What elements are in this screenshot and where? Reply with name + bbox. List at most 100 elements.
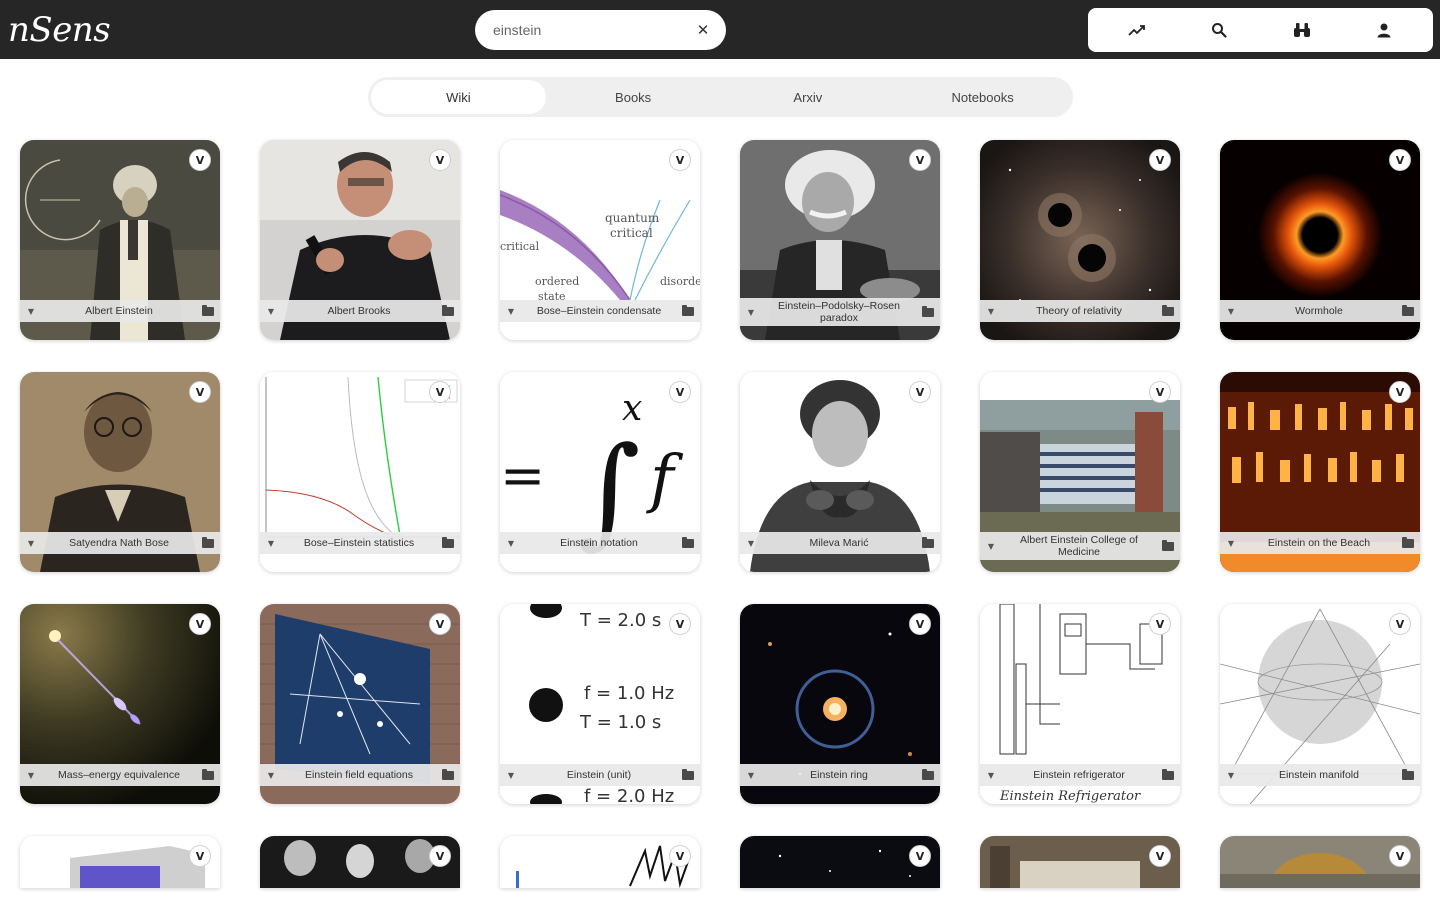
- chevron-down-icon[interactable]: ▼: [266, 307, 276, 316]
- search-icon[interactable]: [1199, 12, 1239, 48]
- chevron-down-icon[interactable]: ▼: [746, 539, 756, 548]
- vote-badge-icon[interactable]: V: [669, 845, 691, 867]
- folder-icon[interactable]: [922, 305, 934, 317]
- binoculars-icon[interactable]: [1282, 12, 1322, 48]
- card-caption: ▼ Einstein manifold: [1220, 764, 1420, 786]
- chevron-down-icon[interactable]: ▼: [986, 771, 996, 780]
- folder-icon[interactable]: [442, 536, 454, 548]
- folder-icon[interactable]: [682, 768, 694, 780]
- chevron-down-icon[interactable]: ▼: [506, 307, 516, 316]
- vote-badge-icon[interactable]: V: [669, 381, 691, 403]
- chevron-down-icon[interactable]: ▼: [1226, 771, 1236, 780]
- vote-badge-icon[interactable]: V: [669, 613, 691, 635]
- vote-badge-icon[interactable]: V: [1149, 381, 1171, 403]
- result-card[interactable]: V: [1220, 836, 1420, 888]
- result-card-mass-energy-equivalence[interactable]: V ▼ Mass–energy equivalence: [20, 604, 220, 804]
- vote-badge-icon[interactable]: V: [909, 845, 931, 867]
- result-card-satyendra-nath-bose[interactable]: V ▼ Satyendra Nath Bose: [20, 372, 220, 572]
- vote-badge-icon[interactable]: V: [189, 845, 211, 867]
- app-logo[interactable]: nSens: [8, 10, 111, 50]
- vote-badge-icon[interactable]: V: [669, 149, 691, 171]
- result-card-einstein-notation[interactable]: = ∫ x f V ▼ Einstein notation: [500, 372, 700, 572]
- folder-icon[interactable]: [442, 768, 454, 780]
- chevron-down-icon[interactable]: ▼: [1226, 307, 1236, 316]
- result-card[interactable]: V: [20, 836, 220, 888]
- result-card-bose-einstein-condensate[interactable]: quantum critical ordered state disorde c…: [500, 140, 700, 340]
- result-card-albert-einstein[interactable]: V ▼ Albert Einstein: [20, 140, 220, 340]
- folder-icon[interactable]: [1162, 768, 1174, 780]
- vote-badge-icon[interactable]: V: [1389, 613, 1411, 635]
- folder-icon[interactable]: [1162, 539, 1174, 551]
- folder-icon[interactable]: [922, 768, 934, 780]
- vote-badge-icon[interactable]: V: [429, 845, 451, 867]
- vote-badge-icon[interactable]: V: [1149, 845, 1171, 867]
- folder-icon[interactable]: [202, 536, 214, 548]
- result-card-albert-brooks[interactable]: V ▼ Albert Brooks: [260, 140, 460, 340]
- result-card-wormhole[interactable]: V ▼ Wormhole: [1220, 140, 1420, 340]
- folder-icon[interactable]: [1402, 304, 1414, 316]
- card-caption: ▼ Einstein (unit): [500, 764, 700, 786]
- chevron-down-icon[interactable]: ▼: [986, 307, 996, 316]
- tab-notebooks[interactable]: Notebooks: [895, 80, 1070, 114]
- vote-badge-icon[interactable]: V: [429, 381, 451, 403]
- result-card-theory-of-relativity[interactable]: V ▼ Theory of relativity: [980, 140, 1180, 340]
- vote-badge-icon[interactable]: V: [1389, 149, 1411, 171]
- trending-icon[interactable]: [1117, 12, 1157, 48]
- tab-wiki[interactable]: Wiki: [371, 80, 546, 114]
- tab-arxiv[interactable]: Arxiv: [721, 80, 896, 114]
- chevron-down-icon[interactable]: ▼: [26, 539, 36, 548]
- chevron-down-icon[interactable]: ▼: [746, 308, 756, 317]
- tab-books[interactable]: Books: [546, 80, 721, 114]
- card-title: Wormhole: [1295, 305, 1343, 317]
- user-icon[interactable]: [1364, 12, 1404, 48]
- chevron-down-icon[interactable]: ▼: [506, 771, 516, 780]
- vote-badge-icon[interactable]: V: [189, 613, 211, 635]
- card-caption: ▼ Satyendra Nath Bose: [20, 532, 220, 554]
- vote-badge-icon[interactable]: V: [1149, 149, 1171, 171]
- vote-badge-icon[interactable]: V: [1149, 613, 1171, 635]
- result-card-epr-paradox[interactable]: V ▼ Einstein–Podolsky–Rosen paradox: [740, 140, 940, 340]
- result-card-mileva-maric[interactable]: V ▼ Mileva Marić: [740, 372, 940, 572]
- chevron-down-icon[interactable]: ▼: [746, 771, 756, 780]
- result-card[interactable]: V: [980, 836, 1180, 888]
- result-card-einstein-on-the-beach[interactable]: V ▼ Einstein on the Beach: [1220, 372, 1420, 572]
- close-icon[interactable]: ✕: [692, 19, 714, 41]
- vote-badge-icon[interactable]: V: [1389, 381, 1411, 403]
- folder-icon[interactable]: [922, 536, 934, 548]
- folder-icon[interactable]: [202, 768, 214, 780]
- result-card-einstein-ring[interactable]: V ▼ Einstein ring: [740, 604, 940, 804]
- result-card[interactable]: V: [500, 836, 700, 888]
- vote-badge-icon[interactable]: V: [909, 149, 931, 171]
- result-card[interactable]: V: [260, 836, 460, 888]
- chevron-down-icon[interactable]: ▼: [506, 539, 516, 548]
- chevron-down-icon[interactable]: ▼: [1226, 539, 1236, 548]
- folder-icon[interactable]: [1162, 304, 1174, 316]
- folder-icon[interactable]: [1402, 768, 1414, 780]
- result-card-einstein-college-of-medicine[interactable]: V ▼ Albert Einstein College of Medicine: [980, 372, 1180, 572]
- chevron-down-icon[interactable]: ▼: [266, 539, 276, 548]
- vote-badge-icon[interactable]: V: [429, 149, 451, 171]
- chevron-down-icon[interactable]: ▼: [26, 771, 36, 780]
- chevron-down-icon[interactable]: ▼: [266, 771, 276, 780]
- vote-badge-icon[interactable]: V: [1389, 845, 1411, 867]
- folder-icon[interactable]: [442, 304, 454, 316]
- folder-icon[interactable]: [1402, 536, 1414, 548]
- card-caption: ▼ Theory of relativity: [980, 300, 1180, 322]
- vote-badge-icon[interactable]: V: [909, 613, 931, 635]
- vote-badge-icon[interactable]: V: [909, 381, 931, 403]
- chevron-down-icon[interactable]: ▼: [986, 542, 996, 551]
- chevron-down-icon[interactable]: ▼: [26, 307, 36, 316]
- result-card-bose-einstein-statistics[interactable]: V ▼ Bose–Einstein statistics: [260, 372, 460, 572]
- result-card-einstein-refrigerator[interactable]: Einstein Refrigerator V ▼ Einstein refri…: [980, 604, 1180, 804]
- result-card-einstein-unit[interactable]: T = 2.0 s f = 1.0 Hz T = 1.0 s f = 2.0 H…: [500, 604, 700, 804]
- folder-icon[interactable]: [202, 304, 214, 316]
- search-input[interactable]: [493, 22, 692, 38]
- vote-badge-icon[interactable]: V: [189, 149, 211, 171]
- vote-badge-icon[interactable]: V: [189, 381, 211, 403]
- folder-icon[interactable]: [682, 304, 694, 316]
- vote-badge-icon[interactable]: V: [429, 613, 451, 635]
- result-card-einstein-field-equations[interactable]: V ▼ Einstein field equations: [260, 604, 460, 804]
- folder-icon[interactable]: [682, 536, 694, 548]
- result-card[interactable]: V: [740, 836, 940, 888]
- result-card-einstein-manifold[interactable]: V ▼ Einstein manifold: [1220, 604, 1420, 804]
